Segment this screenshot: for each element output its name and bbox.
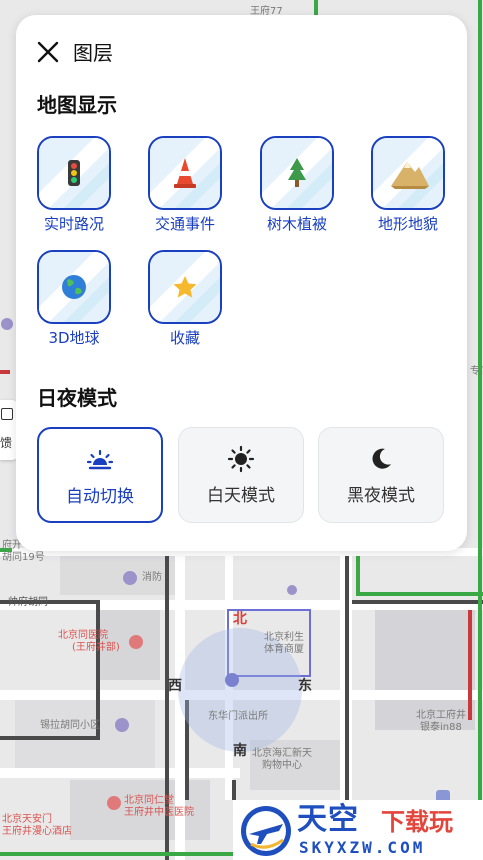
mode-auto-switch[interactable]: 自动切换 (37, 427, 163, 523)
map-label-stadium-sub: 体育商厦 (264, 644, 304, 655)
direction-west: 西 (168, 678, 182, 694)
map-label-stadium[interactable]: 北京利生 (264, 632, 304, 644)
mode-label-day: 白天模式 (207, 486, 275, 506)
mode-day[interactable]: 白天模式 (178, 427, 304, 523)
map-label-wfj-sub: 银泰in88 (420, 722, 462, 733)
tree-icon (262, 138, 332, 208)
layer-label-favorites: 收藏 (169, 329, 200, 347)
map-label-wfj[interactable]: 北京工府井 (416, 710, 466, 722)
mode-label-auto: 自动切换 (66, 487, 134, 507)
sunrise-icon (86, 449, 114, 470)
map-label-mall-sub: 购物中心 (262, 760, 302, 771)
direction-east: 东 (298, 678, 312, 694)
map-label-hotel-sub: 王府井漫心酒店 (2, 826, 72, 837)
close-icon (37, 41, 59, 63)
map-label: 专店 (470, 366, 483, 377)
section-title-day-night: 日夜模式 (37, 386, 117, 410)
mountain-icon (373, 138, 443, 208)
globe-icon (39, 252, 109, 322)
watermark-subtitle: 下载玩 (381, 808, 453, 836)
layer-tile-traffic-event[interactable]: 交通事件 (147, 136, 223, 234)
map-label-mall[interactable]: 北京海汇新天 (252, 748, 312, 760)
feedback-label: 馈 (0, 436, 13, 450)
star-icon (150, 252, 220, 322)
layer-thumb (37, 250, 111, 324)
traffic-cone-icon (150, 138, 220, 208)
panel-title: 图层 (73, 41, 113, 65)
layer-thumb (260, 136, 334, 210)
layer-thumb (37, 136, 111, 210)
layer-label-traffic: 实时路况 (43, 215, 104, 233)
layer-label-terrain: 地形地貌 (377, 215, 438, 233)
direction-north: 北 (233, 611, 247, 627)
section-title-map-display: 地图显示 (37, 93, 117, 117)
close-button[interactable] (36, 40, 60, 64)
map-label-fire-station[interactable]: 消防 (142, 572, 162, 584)
layer-label-traffic-event: 交通事件 (154, 215, 215, 233)
watermark-url: SKYXZW.COM (299, 838, 426, 857)
map-label: 胡同19号 (2, 552, 45, 563)
traffic-light-icon (39, 138, 109, 208)
layer-tile-3d-globe[interactable]: 3D地球 (36, 250, 112, 348)
watermark: 天空 下载玩 SKYXZW.COM (233, 800, 483, 860)
layer-tile-traffic[interactable]: 实时路况 (36, 136, 112, 234)
moon-icon (372, 448, 391, 469)
direction-south: 南 (233, 743, 247, 759)
map-label-hospital[interactable]: 北京同医院 (58, 630, 108, 642)
layer-tile-favorites[interactable]: 收藏 (147, 250, 223, 348)
map-label-tongrentang-sub: 王府井中医医院 (124, 807, 194, 818)
layer-tile-vegetation[interactable]: 树木植被 (259, 136, 335, 234)
layer-label-3d-globe: 3D地球 (48, 329, 100, 347)
layer-label-vegetation: 树木植被 (266, 215, 327, 233)
map-label-hotel[interactable]: 北京天安门 (2, 814, 52, 826)
watermark-title: 天空 (297, 802, 359, 837)
map-label-police[interactable]: 东华门派出所 (208, 711, 268, 723)
map-label-tongrentang[interactable]: 北京同仁堂 (124, 795, 174, 807)
layer-thumb (371, 136, 445, 210)
mode-label-night: 黑夜模式 (347, 486, 415, 506)
watermark-logo-icon (241, 806, 291, 856)
layer-thumb (148, 250, 222, 324)
layer-panel: 图层 地图显示 实时路况 交通事件 树木植被 地形地貌 3D地球 收藏 日夜模式… (16, 15, 467, 551)
map-label-road: 帅府胡同 (8, 597, 48, 608)
layer-thumb (148, 136, 222, 210)
map-label-community[interactable]: 锡拉胡同小区 (40, 720, 100, 732)
sun-icon (227, 445, 255, 473)
map-label-hospital-sub: (王府井部) (72, 642, 120, 653)
layer-tile-terrain[interactable]: 地形地貌 (370, 136, 446, 234)
mode-night[interactable]: 黑夜模式 (318, 427, 444, 523)
feedback-icon (1, 408, 13, 420)
